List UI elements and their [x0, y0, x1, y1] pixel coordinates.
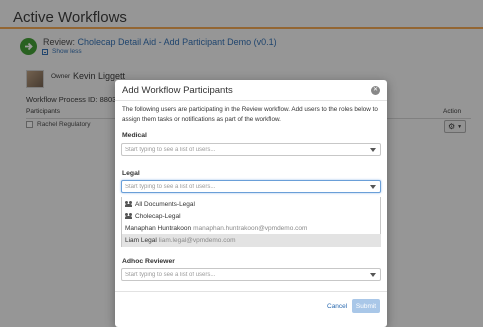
group-icon [125, 201, 133, 208]
adhoc-reviewer-user-input[interactable] [125, 270, 365, 280]
medical-user-input[interactable] [125, 145, 365, 155]
chevron-down-icon[interactable] [370, 185, 376, 189]
legal-user-select[interactable] [121, 180, 381, 193]
legal-user-dropdown: All Documents-Legal Cholecap-Legal Manap… [121, 197, 381, 283]
option-name: All Documents-Legal [135, 200, 195, 208]
dialog-title: Add Workflow Participants [122, 85, 233, 96]
dialog-footer-divider [115, 291, 387, 292]
option-name: Cholecap-Legal [135, 212, 181, 220]
chevron-down-icon[interactable] [370, 273, 376, 277]
chevron-down-icon[interactable] [370, 148, 376, 152]
group-icon [125, 213, 133, 220]
option-name: Manaphan Huntrakoon [125, 224, 192, 232]
dialog-header: Add Workflow Participants ✕ [115, 80, 387, 101]
legal-role-label: Legal [122, 170, 140, 177]
medical-role-label: Medical [122, 132, 147, 139]
dropdown-option-group[interactable]: Cholecap-Legal [122, 210, 381, 223]
adhoc-reviewer-user-select[interactable] [121, 268, 381, 281]
dialog-description: The following users are participating in… [122, 106, 378, 123]
medical-user-select[interactable] [121, 143, 381, 156]
submit-button[interactable]: Submit [352, 299, 380, 313]
option-name: Liam Legal [125, 236, 157, 244]
dropdown-option-user[interactable]: Manaphan Huntrakoon manaphan.huntrakoon@… [122, 222, 381, 235]
cancel-button[interactable]: Cancel [327, 303, 347, 310]
adhoc-reviewer-role-label: Adhoc Reviewer [122, 258, 175, 265]
dropdown-option-user[interactable]: Liam Legal liam.legal@vpmdemo.com ☝ [122, 234, 381, 283]
legal-user-input[interactable] [125, 182, 365, 192]
option-email: liam.legal@vpmdemo.com [158, 236, 236, 244]
option-email: manaphan.huntrakoon@vpmdemo.com [193, 224, 308, 232]
close-icon[interactable]: ✕ [371, 86, 380, 95]
add-participants-dialog: Add Workflow Participants ✕ The followin… [115, 80, 387, 327]
dropdown-option-group[interactable]: All Documents-Legal [122, 198, 381, 211]
